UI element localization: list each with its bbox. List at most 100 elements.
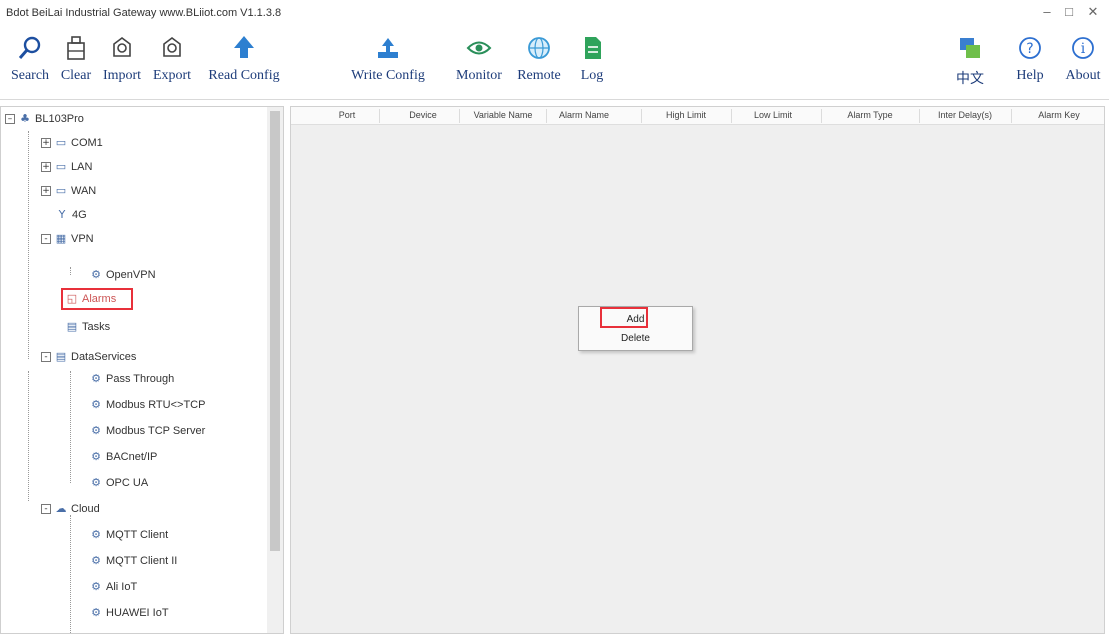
tree-item-mqtt-client[interactable]: ⚙ MQTT Client bbox=[89, 525, 168, 545]
monitor-button[interactable]: Monitor bbox=[448, 30, 510, 96]
tree-item-mqtt-client-ii[interactable]: ⚙ MQTT Client II bbox=[89, 551, 177, 571]
tree-item-label: OpenVPN bbox=[106, 269, 156, 281]
column-header-alarm-name[interactable]: Alarm Name bbox=[549, 110, 619, 120]
close-button[interactable]: ✕ bbox=[1084, 4, 1102, 20]
menu-item-delete[interactable]: Delete bbox=[579, 332, 692, 346]
tree-scrollbar[interactable] bbox=[267, 107, 283, 633]
clear-icon bbox=[67, 36, 85, 60]
help-button[interactable]: ? Help bbox=[1012, 30, 1048, 96]
scrollbar-thumb[interactable] bbox=[270, 111, 280, 551]
column-separator bbox=[546, 109, 547, 123]
tree-item-label: HUAWEI IoT bbox=[106, 607, 169, 619]
antenna-icon: Y bbox=[58, 208, 66, 221]
column-header-device[interactable]: Device bbox=[399, 110, 447, 120]
tree-root-label: BL103Pro bbox=[35, 113, 84, 125]
column-separator bbox=[919, 109, 920, 123]
tree-item-ali-iot[interactable]: ⚙ Ali IoT bbox=[89, 577, 137, 597]
tree-item-opc-ua[interactable]: ⚙ OPC UA bbox=[89, 473, 148, 493]
column-separator bbox=[731, 109, 732, 123]
export-button[interactable]: Export bbox=[147, 30, 197, 96]
help-icon: ? bbox=[1019, 37, 1041, 59]
tree-item-modbus-rtu-tcp[interactable]: ⚙ Modbus RTU<>TCP bbox=[89, 395, 205, 415]
cloud-icon: ☁ bbox=[55, 502, 67, 515]
tree-item-lan[interactable]: + ▭ LAN bbox=[41, 157, 92, 177]
tree-item-bacnet[interactable]: ⚙ BACnet/IP bbox=[89, 447, 157, 467]
alarm-grid[interactable]: Port Device Variable Name Alarm Name Hig… bbox=[290, 106, 1105, 634]
column-header-variable-name[interactable]: Variable Name bbox=[463, 110, 543, 120]
language-button[interactable]: 中文 bbox=[952, 30, 988, 96]
context-menu: Add Delete bbox=[578, 306, 693, 351]
minimize-button[interactable]: – bbox=[1038, 4, 1056, 19]
write-config-button[interactable]: Write Config bbox=[343, 30, 433, 96]
log-button[interactable]: Log bbox=[575, 30, 609, 96]
tree-item-com1[interactable]: + ▭ COM1 bbox=[41, 133, 103, 153]
collapse-icon[interactable]: – bbox=[5, 114, 15, 124]
network-icon: ▭ bbox=[55, 160, 67, 173]
svg-text:?: ? bbox=[1026, 41, 1033, 57]
column-header-alarm-type[interactable]: Alarm Type bbox=[839, 110, 901, 120]
maximize-button[interactable]: □ bbox=[1060, 4, 1078, 19]
gear-icon: ⚙ bbox=[91, 372, 101, 385]
svg-text:i: i bbox=[1081, 41, 1086, 57]
tree-item-dataservices[interactable]: - ▤ DataServices bbox=[41, 347, 136, 367]
write-config-icon bbox=[378, 38, 398, 58]
column-separator bbox=[1011, 109, 1012, 123]
tree-item-pass-through[interactable]: ⚙ Pass Through bbox=[89, 369, 174, 389]
expand-icon[interactable]: + bbox=[41, 162, 51, 172]
collapse-icon[interactable]: - bbox=[41, 234, 51, 244]
tree-line bbox=[28, 371, 29, 501]
tree-item-label: COM1 bbox=[71, 137, 103, 149]
column-header-inter-delay[interactable]: Inter Delay(s) bbox=[927, 110, 1003, 120]
column-header-alarm-key[interactable]: Alarm Key bbox=[1023, 110, 1095, 120]
alarms-highlight bbox=[61, 288, 133, 310]
remote-button[interactable]: Remote bbox=[510, 30, 568, 96]
gateway-icon: ♣ bbox=[20, 112, 30, 125]
tree-item-tasks[interactable]: ▤ Tasks bbox=[65, 317, 110, 337]
import-button[interactable]: Import bbox=[97, 30, 147, 96]
tree-item-wan[interactable]: + ▭ WAN bbox=[41, 181, 96, 201]
tree-item-label: Pass Through bbox=[106, 373, 175, 385]
tree-line bbox=[70, 371, 71, 483]
tree-root[interactable]: – ♣ BL103Pro bbox=[5, 109, 84, 129]
tree-item-label: Cloud bbox=[71, 503, 100, 515]
tree-item-label: LAN bbox=[71, 161, 93, 173]
tree-item-label: MQTT Client bbox=[106, 529, 169, 541]
tree-item-modbus-tcp-server[interactable]: ⚙ Modbus TCP Server bbox=[89, 421, 205, 441]
tree-item-label: DataServices bbox=[71, 351, 137, 363]
write-config-label: Write Config bbox=[351, 68, 425, 83]
column-header-port[interactable]: Port bbox=[327, 110, 367, 120]
tree-item-label: Ali IoT bbox=[106, 581, 138, 593]
tree-item-vpn[interactable]: - ▦ VPN bbox=[41, 229, 94, 249]
clear-button[interactable]: Clear bbox=[54, 30, 98, 96]
grid-header: Port Device Variable Name Alarm Name Hig… bbox=[291, 107, 1104, 125]
search-button[interactable]: Search bbox=[4, 30, 56, 96]
log-label: Log bbox=[580, 68, 604, 83]
tree-item-4g[interactable]: Y 4G bbox=[55, 205, 87, 225]
gear-icon: ⚙ bbox=[91, 268, 101, 281]
vpn-icon: ▦ bbox=[55, 232, 67, 245]
tree-item-cloud[interactable]: - ☁ Cloud bbox=[41, 499, 100, 519]
column-header-high-limit[interactable]: High Limit bbox=[656, 110, 716, 120]
column-separator bbox=[459, 109, 460, 123]
about-label: About bbox=[1065, 68, 1101, 83]
expand-icon[interactable]: + bbox=[41, 186, 51, 196]
tree-item-huawei-iot[interactable]: ⚙ HUAWEI IoT bbox=[89, 603, 169, 623]
about-button[interactable]: i About bbox=[1060, 30, 1106, 96]
gear-icon: ⚙ bbox=[91, 424, 101, 437]
tree-item-label: MQTT Client II bbox=[106, 555, 178, 567]
gear-icon: ⚙ bbox=[91, 450, 101, 463]
read-config-label: Read Config bbox=[208, 68, 280, 83]
collapse-icon[interactable]: - bbox=[41, 504, 51, 514]
column-header-low-limit[interactable]: Low Limit bbox=[743, 110, 803, 120]
expand-icon[interactable]: + bbox=[41, 138, 51, 148]
column-separator bbox=[379, 109, 380, 123]
eye-icon bbox=[466, 41, 492, 55]
export-icon bbox=[163, 37, 181, 57]
collapse-icon[interactable]: - bbox=[41, 352, 51, 362]
tree-item-openvpn[interactable]: ⚙ OpenVPN bbox=[89, 265, 156, 285]
export-label: Export bbox=[152, 68, 192, 83]
gear-icon: ⚙ bbox=[91, 528, 101, 541]
add-highlight bbox=[600, 307, 648, 328]
read-config-button[interactable]: Read Config bbox=[202, 30, 286, 96]
search-icon bbox=[18, 36, 41, 59]
